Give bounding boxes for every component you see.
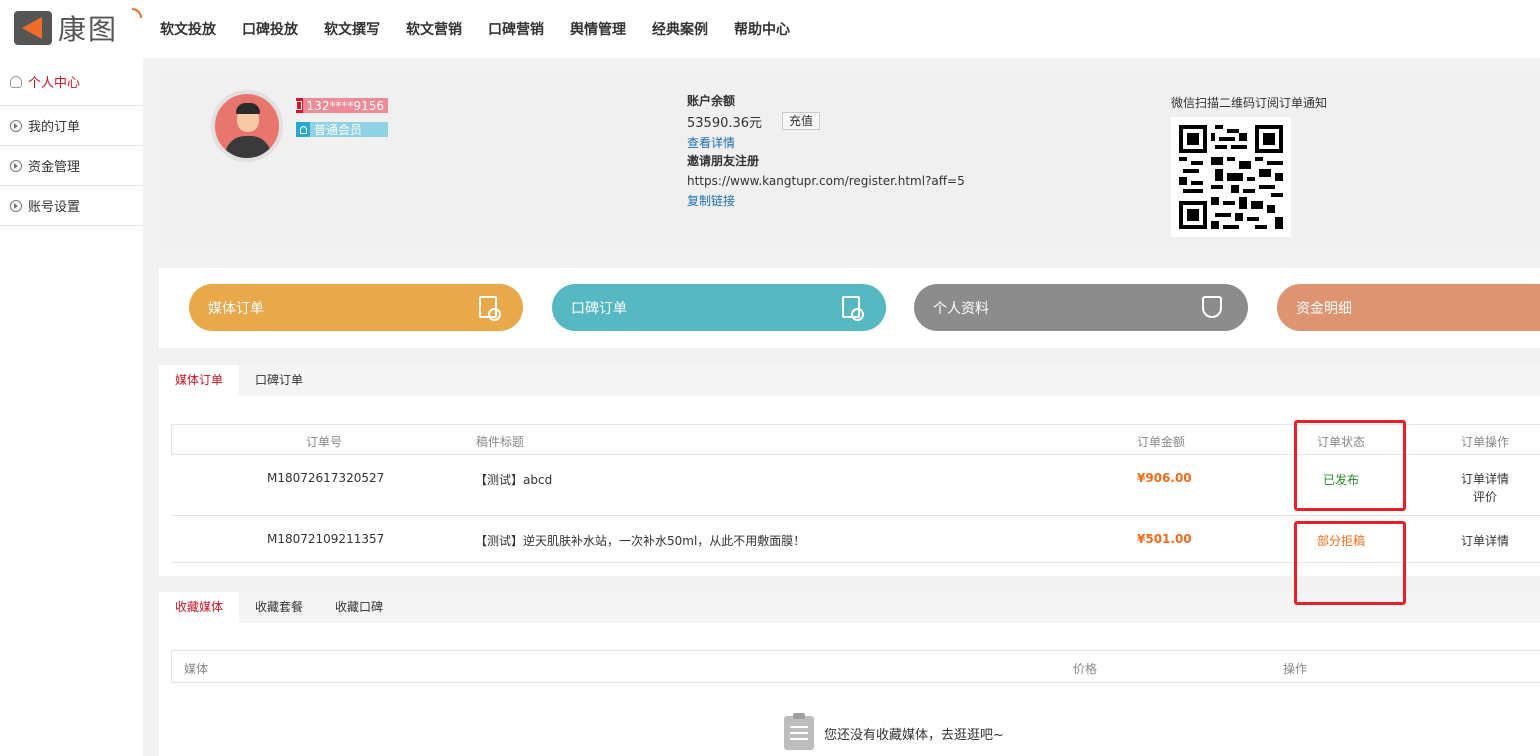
orders-tabs: 媒体订单 口碑订单 <box>159 365 1540 396</box>
avatar-body <box>225 136 271 158</box>
col-order-id: 订单号 <box>306 435 343 449</box>
play-circle-icon <box>10 119 22 132</box>
order-amount: ¥906.00 <box>1137 471 1192 485</box>
brand-logo[interactable]: 康图 <box>14 8 142 48</box>
nav-item[interactable]: 软文撰写 <box>324 19 380 39</box>
order-clock-icon <box>842 296 864 321</box>
profile-button[interactable]: 个人资料 <box>914 284 1248 331</box>
reputation-orders-button[interactable]: 口碑订单 <box>552 284 886 331</box>
tab-fav-packages[interactable]: 收藏套餐 <box>239 592 319 623</box>
quick-actions: 媒体订单 口碑订单 个人资料 资金明细 <box>159 268 1540 348</box>
qr-title: 微信扫描二维码订阅订单通知 <box>1171 96 1328 110</box>
qr-section: 微信扫描二维码订阅订单通知 <box>1171 94 1327 237</box>
main-nav: 软文投放 口碑投放 软文撰写 软文营销 口碑营销 舆情管理 经典案例 帮助中心 <box>160 0 816 58</box>
sidebar-item-personal-center[interactable]: 个人中心 <box>0 58 143 106</box>
account-info: 账户余额 53590.36元 充值 查看详情 邀请朋友注册 https://ww… <box>687 92 1087 210</box>
sidebar-item-label: 个人中心 <box>28 76 81 91</box>
order-id: M18072617320527 <box>267 471 385 485</box>
favorites-panel: 收藏媒体 收藏套餐 收藏口碑 媒体 价格 操作 您还没有收藏媒体，去逛逛吧~ <box>159 592 1540 756</box>
avatar <box>211 90 283 162</box>
sidebar: 个人中心 我的订单 资金管理 账号设置 <box>0 58 143 756</box>
tab-media-orders[interactable]: 媒体订单 <box>159 365 240 396</box>
qr-code <box>1171 117 1291 237</box>
col-price: 价格 <box>1073 662 1098 676</box>
invite-url: https://www.kangtupr.com/register.html?a… <box>687 174 965 188</box>
tab-fav-media[interactable]: 收藏媒体 <box>159 592 240 623</box>
order-details-link[interactable]: 订单详情 <box>1455 532 1515 550</box>
nav-item[interactable]: 软文营销 <box>406 19 462 39</box>
play-circle-icon <box>10 199 22 212</box>
nav-item[interactable]: 软文投放 <box>160 19 216 39</box>
member-level: 普通会员 <box>314 123 363 137</box>
button-label: 口碑订单 <box>571 300 627 317</box>
recharge-button[interactable]: 充值 <box>782 112 821 130</box>
button-label: 资金明细 <box>1296 300 1352 317</box>
qr-code-icon <box>1179 125 1283 229</box>
empty-state: 您还没有收藏媒体，去逛逛吧~ <box>784 713 1004 750</box>
media-orders-button[interactable]: 媒体订单 <box>189 284 523 331</box>
button-label: 媒体订单 <box>208 300 264 317</box>
nav-item[interactable]: 帮助中心 <box>734 19 790 39</box>
view-details-link[interactable]: 查看详情 <box>687 132 1087 152</box>
button-label: 个人资料 <box>933 300 989 317</box>
copy-link-button[interactable]: 复制链接 <box>687 190 1087 210</box>
logo-mark-icon <box>14 11 52 45</box>
sidebar-item-label: 资金管理 <box>28 160 81 175</box>
order-id: M18072109211357 <box>267 532 385 546</box>
order-clock-icon <box>479 296 501 321</box>
play-circle-icon <box>10 159 22 172</box>
sidebar-item-label: 账号设置 <box>28 200 81 215</box>
empty-message[interactable]: 您还没有收藏媒体，去逛逛吧~ <box>824 724 1004 743</box>
order-amount: ¥501.00 <box>1137 532 1192 546</box>
balance-value: 53590.36元 <box>687 115 763 131</box>
sidebar-item-funds[interactable]: 资金管理 <box>0 146 143 186</box>
avatar-hair <box>236 103 260 114</box>
phone-badge: 132****9156 <box>296 98 388 113</box>
shield-settings-icon <box>1202 296 1222 318</box>
order-details-link[interactable]: 订单详情 <box>1455 470 1515 488</box>
sidebar-item-label: 我的订单 <box>28 120 81 135</box>
nav-item[interactable]: 舆情管理 <box>570 19 626 39</box>
favorites-table-header: 媒体 价格 操作 <box>171 650 1540 683</box>
phone-number: 132****9156 <box>306 98 384 113</box>
order-title: 【测试】abcd <box>475 473 553 487</box>
clipboard-icon <box>784 713 814 750</box>
sidebar-item-my-orders[interactable]: 我的订单 <box>0 106 143 146</box>
col-media: 媒体 <box>184 662 209 676</box>
col-amount: 订单金额 <box>1137 435 1186 449</box>
order-title: 【测试】逆天肌肤补水站，一次补水50ml，从此不用敷面膜！ <box>475 534 806 548</box>
nav-item[interactable]: 经典案例 <box>652 19 708 39</box>
fund-details-button[interactable]: 资金明细 <box>1277 284 1540 331</box>
top-navbar: 康图 软文投放 口碑投放 软文撰写 软文营销 口碑营销 舆情管理 经典案例 帮助… <box>0 0 1540 58</box>
col-actions: 订单操作 <box>1461 435 1510 449</box>
review-link[interactable]: 评价 <box>1455 488 1515 506</box>
brand-name: 康图 <box>58 13 119 46</box>
member-badge: 普通会员 <box>296 122 388 137</box>
member-icon <box>296 122 310 137</box>
sidebar-item-account-settings[interactable]: 账号设置 <box>0 186 143 226</box>
col-operation: 操作 <box>1283 662 1308 676</box>
nav-item[interactable]: 口碑营销 <box>488 19 544 39</box>
invite-label: 邀请朋友注册 <box>687 154 760 168</box>
phone-icon <box>296 98 303 113</box>
balance-label: 账户余额 <box>687 94 736 108</box>
highlight-box <box>1294 521 1406 605</box>
logo-signal-icon <box>132 8 142 18</box>
tab-fav-reputation[interactable]: 收藏口碑 <box>319 592 399 623</box>
highlight-box <box>1294 420 1406 511</box>
user-icon <box>10 75 22 88</box>
nav-item[interactable]: 口碑投放 <box>242 19 298 39</box>
col-title: 稿件标题 <box>476 435 525 449</box>
profile-card: 132****9156 普通会员 账户余额 53590.36元 充值 查看详情 … <box>159 72 1540 250</box>
tab-reputation-orders[interactable]: 口碑订单 <box>239 365 319 396</box>
